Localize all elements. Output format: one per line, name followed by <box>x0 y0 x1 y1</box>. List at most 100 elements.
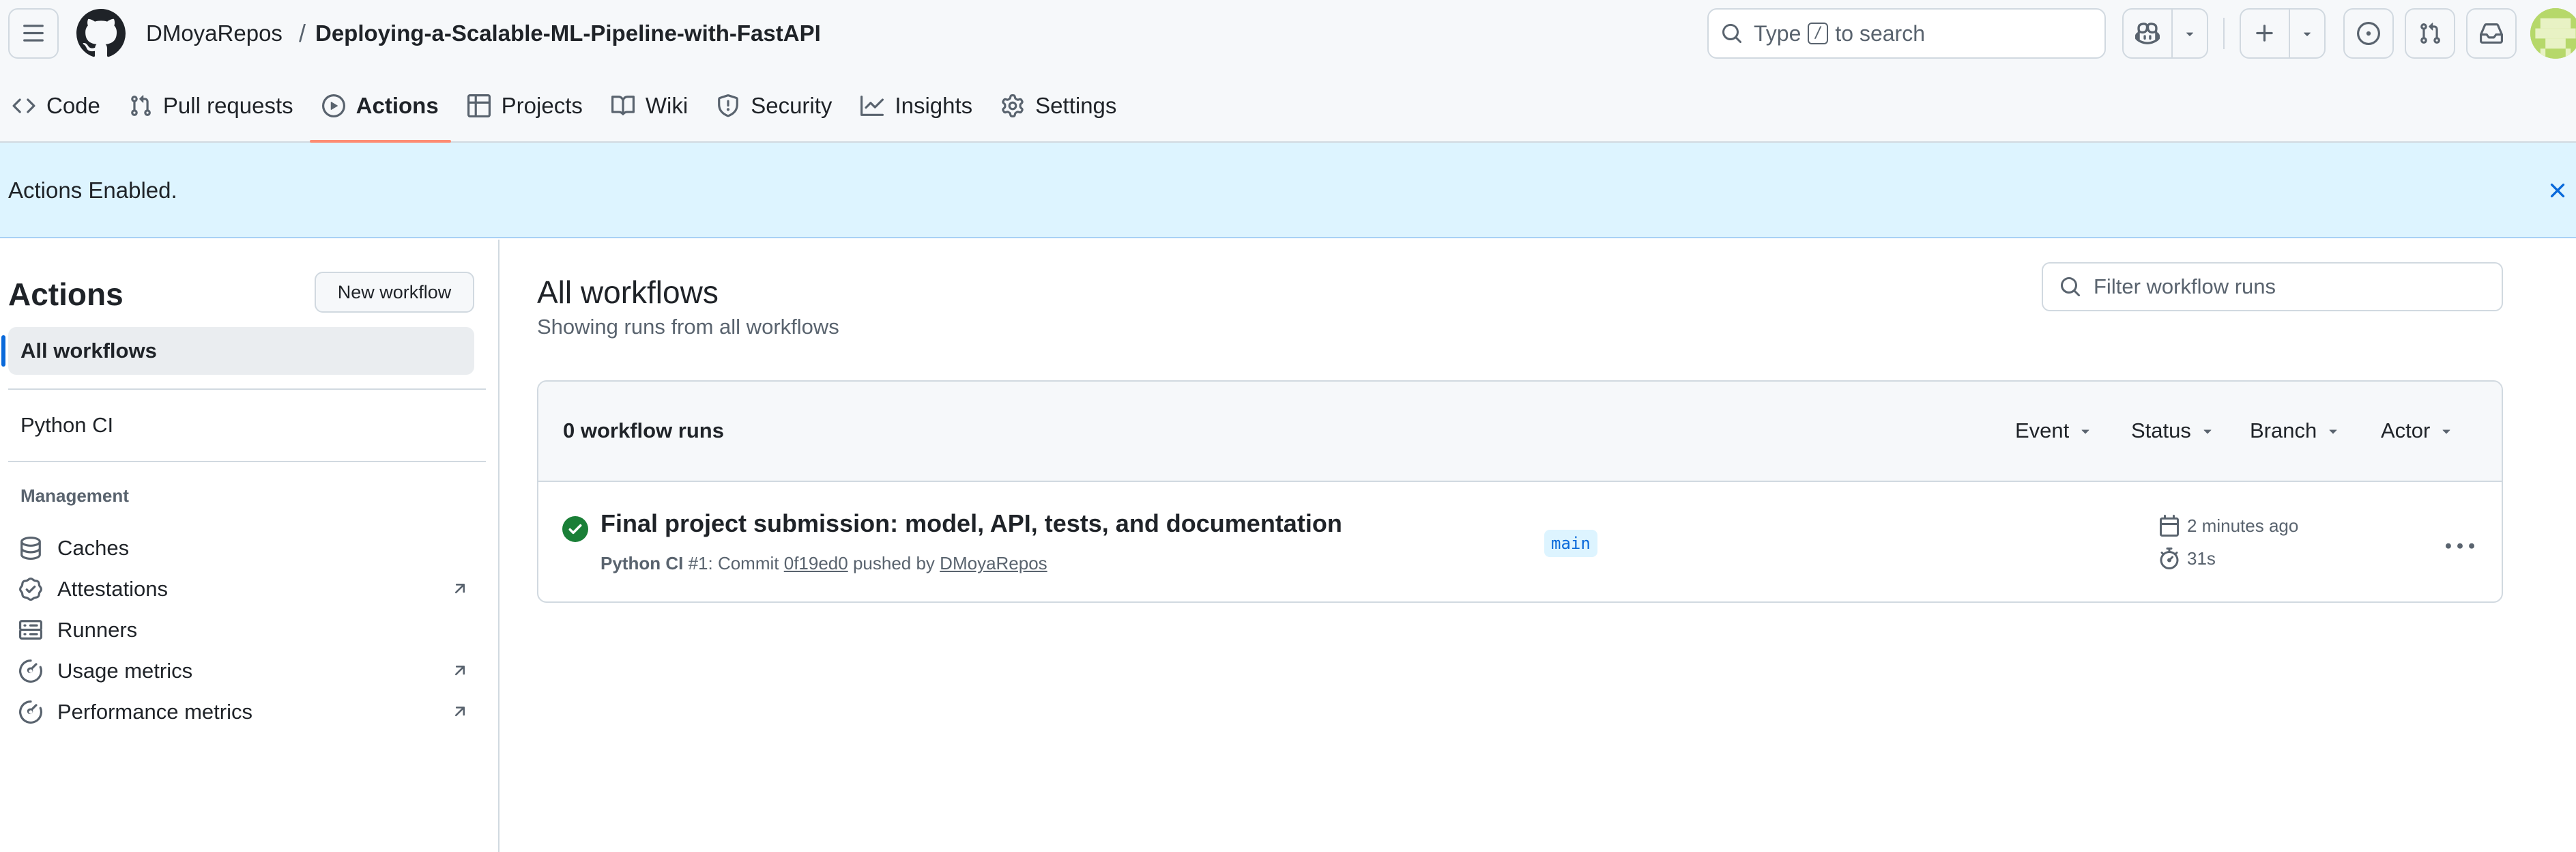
breadcrumb-separator: / <box>299 19 306 47</box>
triangle-down-icon <box>2081 429 2089 434</box>
event-filter-label: Event <box>2015 418 2070 442</box>
copilot-button[interactable] <box>2124 10 2173 57</box>
page-subtitle: Showing runs from all workflows <box>537 315 839 339</box>
sidebar-item-python-ci[interactable]: Python CI <box>20 410 113 440</box>
runs-header: 0 workflow runs Event Status Branch Acto… <box>538 382 2502 482</box>
book-icon <box>611 96 635 115</box>
sidebar-item-all-workflows[interactable]: All workflows <box>1 327 474 375</box>
page-title: All workflows <box>537 274 719 310</box>
stopwatch-icon <box>2160 548 2179 569</box>
create-new-dropdown-button[interactable] <box>2290 10 2324 57</box>
search-placeholder: Type / to search <box>1754 21 1925 46</box>
copilot-split-button[interactable] <box>2122 8 2208 59</box>
filter-runs-input[interactable] <box>2094 274 2476 299</box>
flash-message: Actions Enabled. <box>8 178 177 203</box>
pull-requests-button[interactable] <box>2405 8 2455 59</box>
sidebar-item-attestations[interactable]: Attestations <box>19 571 469 608</box>
global-search-input[interactable]: Type / to search <box>1707 8 2106 59</box>
create-new-button[interactable] <box>2241 10 2290 57</box>
breadcrumb-owner-link[interactable]: DMoyaRepos <box>146 18 283 49</box>
close-icon <box>2550 183 2565 198</box>
sidebar-item-runners[interactable]: Runners <box>19 612 469 649</box>
search-icon <box>2061 277 2081 297</box>
repo-tab-nav: Code Pull requests Actions Projects Wiki… <box>0 81 1133 143</box>
tab-insights-label: Insights <box>895 93 973 118</box>
tab-code-label: Code <box>46 93 100 118</box>
graph-icon <box>860 96 884 116</box>
branch-badge[interactable]: main <box>1544 530 1597 557</box>
tab-pull-requests[interactable]: Pull requests <box>117 81 306 131</box>
sidebar-item-caches[interactable]: Caches <box>19 530 469 567</box>
search-placeholder-suffix: to search <box>1835 20 1925 46</box>
issues-button[interactable] <box>2343 8 2394 59</box>
sidebar-item-performance-metrics[interactable]: Performance metrics <box>19 694 469 730</box>
tab-wiki[interactable]: Wiki <box>599 81 700 131</box>
tab-code[interactable]: Code <box>0 81 113 131</box>
meter-icon <box>19 700 42 724</box>
github-logo-icon[interactable] <box>76 9 126 58</box>
search-placeholder-prefix: Type <box>1754 20 1801 46</box>
tab-settings[interactable]: Settings <box>989 81 1129 131</box>
triangle-down-icon <box>2329 429 2337 434</box>
tab-pull-requests-label: Pull requests <box>162 93 293 118</box>
triangle-down-icon <box>2203 429 2212 434</box>
actor-filter-label: Actor <box>2381 418 2431 442</box>
status-filter-dropdown[interactable]: Status <box>2131 418 2216 443</box>
tab-security-label: Security <box>751 93 833 118</box>
kebab-horizontal-icon[interactable] <box>2446 532 2474 561</box>
user-avatar[interactable] <box>2530 8 2576 59</box>
workflow-run-row[interactable]: Final project submission: model, API, te… <box>538 482 2502 601</box>
run-number: #1 <box>688 553 708 573</box>
actor-link[interactable]: DMoyaRepos <box>940 553 1047 573</box>
breadcrumb-repo-link[interactable]: Deploying-a-Scalable-ML-Pipeline-with-Fa… <box>315 18 821 49</box>
arrow-up-right-icon <box>454 666 465 676</box>
status-filter-label: Status <box>2131 418 2191 442</box>
meter-icon <box>19 659 42 683</box>
create-new-split-button[interactable] <box>2240 8 2326 59</box>
sidebar-item-label: Attestations <box>57 577 168 601</box>
shield-icon <box>718 94 739 117</box>
inbox-button[interactable] <box>2466 8 2517 59</box>
triangle-down-icon <box>2303 32 2311 36</box>
tab-settings-label: Settings <box>1035 93 1117 118</box>
copilot-icon <box>2135 23 2160 44</box>
flash-close-button[interactable] <box>2545 178 2570 203</box>
issue-opened-icon <box>2357 22 2380 45</box>
tab-insights[interactable]: Insights <box>848 81 985 131</box>
inbox-icon <box>2480 23 2503 44</box>
filter-runs-field[interactable] <box>2042 262 2503 311</box>
table-icon <box>467 94 491 117</box>
commit-link[interactable]: 0f19ed0 <box>784 553 848 573</box>
sidebar-item-usage-metrics[interactable]: Usage metrics <box>19 653 469 690</box>
search-icon <box>1722 24 1742 44</box>
arrow-up-right-icon <box>454 707 465 717</box>
tab-wiki-label: Wiki <box>645 93 689 118</box>
tab-projects[interactable]: Projects <box>455 81 595 131</box>
flash-banner: Actions Enabled. <box>0 143 2576 238</box>
check-circle-fill-icon <box>562 516 588 542</box>
code-icon <box>12 98 35 113</box>
hamburger-icon <box>23 25 44 42</box>
app-header: DMoyaRepos / Deploying-a-Scalable-ML-Pip… <box>0 0 2576 143</box>
run-duration: 31s <box>2158 548 2216 569</box>
triangle-down-icon <box>2186 32 2194 36</box>
new-workflow-button[interactable]: New workflow <box>315 272 474 313</box>
sidebar-item-label: All workflows <box>20 339 157 363</box>
tab-actions[interactable]: Actions <box>309 81 451 143</box>
tab-projects-label: Projects <box>501 93 583 118</box>
run-meta-pushed-by: pushed by <box>852 553 935 573</box>
tab-security[interactable]: Security <box>704 81 844 131</box>
sidebar-item-label: Caches <box>57 536 130 560</box>
event-filter-dropdown[interactable]: Event <box>2015 418 2094 443</box>
sidebar-item-label: Performance metrics <box>57 700 252 724</box>
run-title-link[interactable]: Final project submission: model, API, te… <box>600 509 1342 538</box>
run-duration-text: 31s <box>2187 548 2216 569</box>
menu-button[interactable] <box>8 8 59 59</box>
copilot-dropdown-button[interactable] <box>2173 10 2207 57</box>
actor-filter-dropdown[interactable]: Actor <box>2381 418 2455 443</box>
play-icon <box>321 94 345 117</box>
branch-filter-dropdown[interactable]: Branch <box>2250 418 2341 443</box>
run-meta: Python CI #1: Commit 0f19ed0 pushed by D… <box>600 553 1047 574</box>
plus-icon <box>2256 25 2273 42</box>
branch-filter-label: Branch <box>2250 418 2317 442</box>
